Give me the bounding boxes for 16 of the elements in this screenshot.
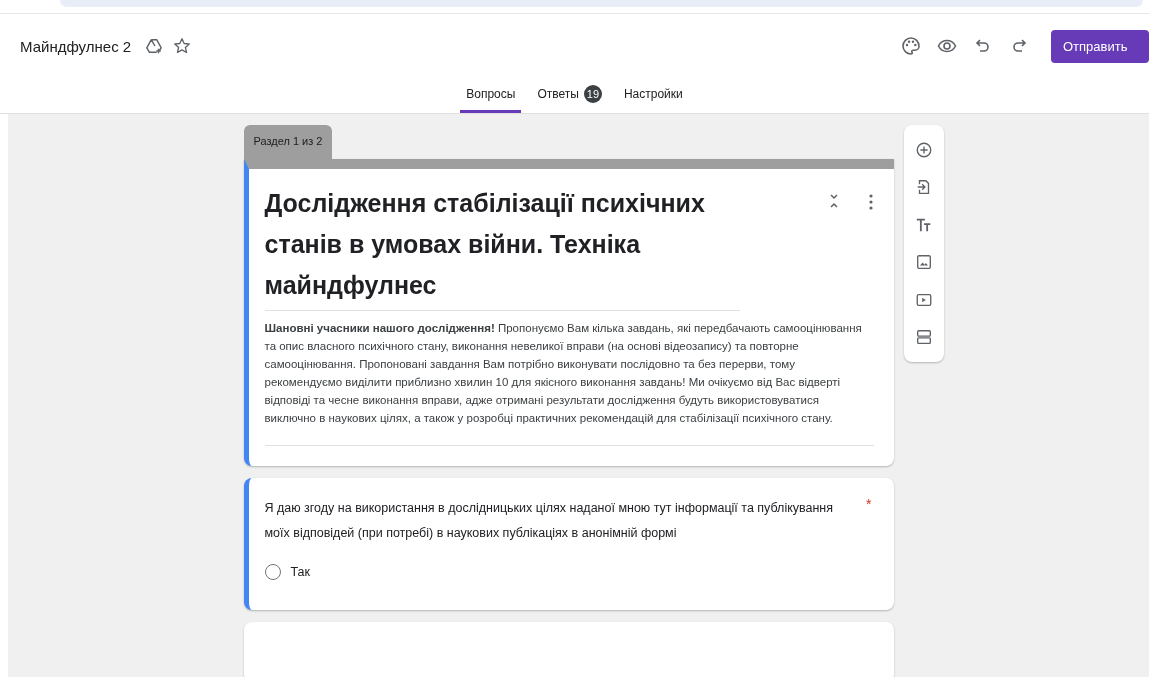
question-text: Я даю згоду на використання в дослідницьких цілях наданої мною тут інформації та публікування моїх відповідей (при потребі) в наукових публікаціях в анонімній формі [264,500,835,542]
section-icon[interactable] [914,328,933,347]
required-mark: * [866,496,872,514]
collapse-icon[interactable] [827,193,840,209]
tab[interactable]: Настройки [617,78,689,113]
star-icon[interactable] [173,37,192,55]
send-button[interactable]: Отправить [1051,29,1149,63]
form-heading: Дослідження стабілізації психічних станів в умовах війни. Техніка майндфулнес [264,183,740,311]
option-label: Так [290,565,310,579]
add-circle-icon[interactable] [914,140,933,159]
palette-icon[interactable] [901,36,921,56]
tab[interactable]: Ответы 19 [531,78,608,113]
form-title: Майндфулнес 2 [20,37,132,55]
image-icon[interactable] [914,253,933,272]
form-description: Шановні учасники нашого дослідження! Пропонуємо Вам кілька завдань, які передбачають самооцінювання та опис власного психічного стану, виконання невеликої вправи (на основі відеозапису) та повторне самооцінювання. Пропоновані завдання Вам потрібно виконувати послідовно та без перерви, тому рекомендуємо виділити приблизно хвилин 10 для якісного виконання завдань! Ми очікуємо від Вас відверті відповіді та чесне виконання вправи, адже отримані результати дослідження будуть використовуватися виключно в наукових цілях, а також у розробці практичних рекомендацій для стабілізації психічного стану. [264,319,874,446]
more-icon[interactable] [867,193,874,211]
